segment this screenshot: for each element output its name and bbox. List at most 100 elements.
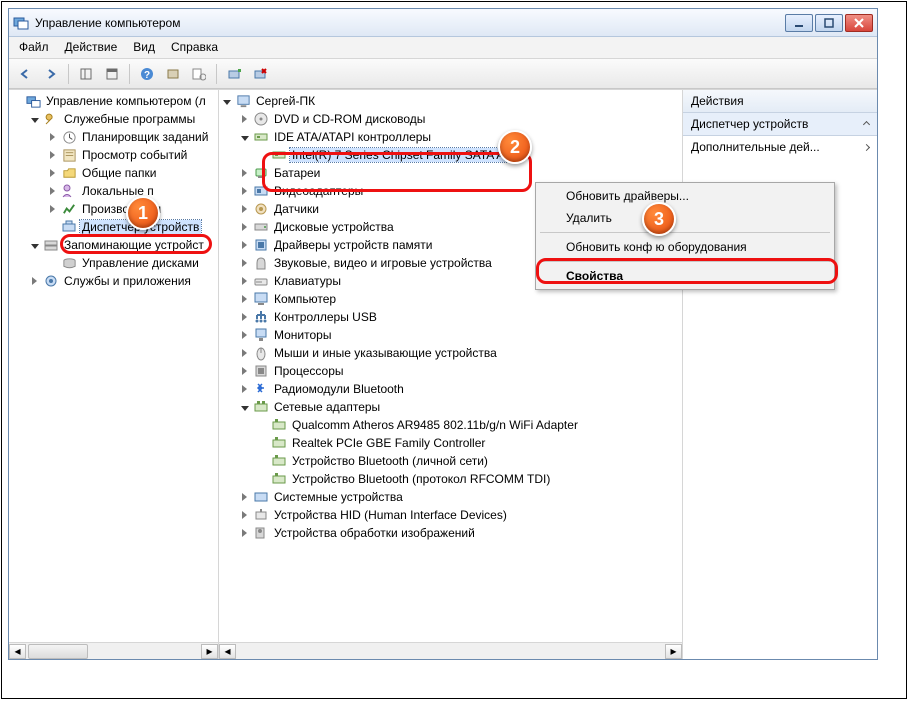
expand-icon[interactable] (239, 510, 250, 521)
expand-icon[interactable] (239, 294, 250, 305)
context-menu: Обновить драйверы... Удалить Обновить ко… (535, 182, 835, 290)
help-button[interactable]: ? (135, 62, 159, 86)
device-category-node[interactable]: Устройства обработки изображений (237, 524, 682, 542)
expand-icon[interactable] (47, 132, 58, 143)
device-category-node[interactable]: Компьютер (237, 290, 682, 308)
services-apps-node[interactable]: Службы и приложения (27, 272, 218, 290)
event-viewer-node[interactable]: Просмотр событий (45, 146, 218, 164)
tree-root[interactable]: Управление компьютером (л (9, 92, 218, 110)
menu-separator (540, 261, 830, 262)
scroll-right-button[interactable]: ▸ (665, 644, 682, 659)
device-category-node[interactable]: Батареи (237, 164, 682, 182)
device-item-label: Qualcomm Atheros AR9485 802.11b/g/n WiFi… (290, 418, 580, 432)
device-item-node[interactable]: Qualcomm Atheros AR9485 802.11b/g/n WiFi… (255, 416, 682, 434)
collapse-icon[interactable] (29, 240, 40, 251)
disk-mgmt-node[interactable]: Управление дисками (45, 254, 218, 272)
ctx-update-driver[interactable]: Обновить драйверы... (538, 185, 832, 207)
back-button[interactable] (13, 62, 37, 86)
device-category-label: Системные устройства (272, 490, 405, 504)
menu-file[interactable]: Файл (11, 37, 57, 58)
device-category-icon (253, 237, 269, 253)
collapse-icon[interactable] (239, 402, 250, 413)
system-tools-node[interactable]: Служебные программы (27, 110, 218, 128)
scroll-right-button[interactable]: ▸ (201, 644, 218, 659)
device-category-icon (253, 255, 269, 271)
expand-icon[interactable] (239, 492, 250, 503)
actions-more[interactable]: Дополнительные дей... (683, 136, 877, 158)
callout-3: 3 (642, 202, 676, 236)
expand-icon[interactable] (47, 186, 58, 197)
device-item-node[interactable]: Устройство Bluetooth (личной сети) (255, 452, 682, 470)
collapse-icon[interactable] (221, 96, 232, 107)
maximize-button[interactable] (815, 14, 843, 32)
collapse-icon[interactable] (239, 132, 250, 143)
shared-folders-node[interactable]: Общие папки (45, 164, 218, 182)
menu-view[interactable]: Вид (125, 37, 163, 58)
device-item-label: Устройство Bluetooth (протокол RFCOMM TD… (290, 472, 552, 486)
device-item-node[interactable]: Устройство Bluetooth (протокол RFCOMM TD… (255, 470, 682, 488)
expand-icon[interactable] (239, 366, 250, 377)
network-adapter-icon (271, 435, 287, 451)
menu-help[interactable]: Справка (163, 37, 226, 58)
scroll-left-button[interactable]: ◂ (9, 644, 26, 659)
left-scrollbar-h[interactable]: ◂ ▸ (9, 642, 218, 659)
properties-toolbar-button[interactable] (100, 62, 124, 86)
device-category-node[interactable]: Мыши и иные указывающие устройства (237, 344, 682, 362)
minimize-button[interactable] (785, 14, 813, 32)
titlebar[interactable]: Управление компьютером (9, 9, 877, 37)
expand-icon[interactable] (239, 330, 250, 341)
menu-action[interactable]: Действие (57, 37, 126, 58)
ctx-scan-hardware[interactable]: Обновить конф ю оборудования (538, 236, 832, 258)
close-button[interactable] (845, 14, 873, 32)
device-category-node[interactable]: Устройства HID (Human Interface Devices) (237, 506, 682, 524)
collapse-icon[interactable] (29, 114, 40, 125)
uninstall-button[interactable] (248, 62, 272, 86)
expand-icon[interactable] (47, 150, 58, 161)
device-category-node[interactable]: Процессоры (237, 362, 682, 380)
device-category-node[interactable]: IDE ATA/ATAPI контроллеры (237, 128, 682, 146)
expand-icon[interactable] (239, 186, 250, 197)
device-category-node[interactable]: DVD и CD-ROM дисководы (237, 110, 682, 128)
expand-icon[interactable] (47, 168, 58, 179)
expand-icon[interactable] (239, 204, 250, 215)
device-item-node[interactable]: Realtek PCIe GBE Family Controller (255, 434, 682, 452)
tb-icon[interactable] (161, 62, 185, 86)
ctx-delete[interactable]: Удалить (538, 207, 832, 229)
local-users-node[interactable]: Локальные п (45, 182, 218, 200)
scroll-left-button[interactable]: ◂ (219, 644, 236, 659)
expand-icon[interactable] (239, 312, 250, 323)
tb-icon2[interactable] (187, 62, 211, 86)
expand-icon[interactable] (239, 240, 250, 251)
expand-icon[interactable] (47, 204, 58, 215)
expand-icon[interactable] (239, 258, 250, 269)
device-category-node[interactable]: Мониторы (237, 326, 682, 344)
device-category-label: Клавиатуры (272, 274, 343, 288)
device-category-node[interactable]: Системные устройства (237, 488, 682, 506)
device-category-node[interactable]: Сетевые адаптеры (237, 398, 682, 416)
device-item-node[interactable]: Intel(R) 7 Series Chipset Family SATA A (255, 146, 682, 164)
expand-icon[interactable] (239, 528, 250, 539)
storage-node[interactable]: Запоминающие устройст (27, 236, 218, 254)
chevron-up-icon (863, 120, 870, 127)
show-hide-button[interactable] (74, 62, 98, 86)
expand-icon[interactable] (239, 348, 250, 359)
device-tree-pane[interactable]: Сергей-ПК DVD и CD-ROM дисководы IDE ATA… (219, 90, 683, 659)
scroll-thumb[interactable] (28, 644, 88, 659)
device-category-node[interactable]: Контроллеры USB (237, 308, 682, 326)
expand-icon[interactable] (239, 276, 250, 287)
expand-icon[interactable] (29, 276, 40, 287)
ctx-properties[interactable]: Свойства (538, 265, 832, 287)
mid-scrollbar-h[interactable]: ◂ ▸ (219, 642, 682, 659)
scan-hardware-button[interactable] (222, 62, 246, 86)
console-tree-pane[interactable]: Управление компьютером (л Служебные прог… (9, 90, 219, 659)
expand-icon[interactable] (239, 384, 250, 395)
device-category-node[interactable]: Радиомодули Bluetooth (237, 380, 682, 398)
pc-root-node[interactable]: Сергей-ПК (219, 92, 682, 110)
actions-selected[interactable]: Диспетчер устройств (683, 113, 877, 136)
expand-icon[interactable] (239, 168, 250, 179)
task-scheduler-node[interactable]: Планировщик заданий (45, 128, 218, 146)
forward-button[interactable] (39, 62, 63, 86)
expand-icon[interactable] (239, 222, 250, 233)
expand-icon[interactable] (239, 114, 250, 125)
device-category-label: Батареи (272, 166, 322, 180)
